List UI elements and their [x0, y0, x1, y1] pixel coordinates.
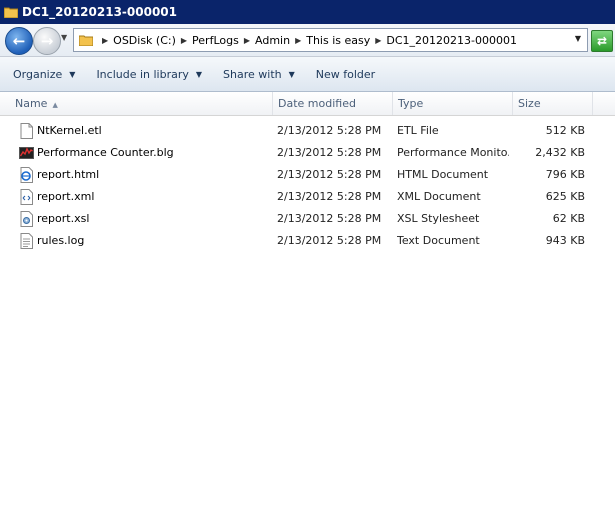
file-name: rules.log	[37, 234, 85, 247]
file-date: 2/13/2012 5:28 PM	[277, 234, 382, 247]
file-size: 625 KB	[545, 190, 585, 203]
sort-ascending-icon: ▲	[52, 101, 58, 109]
file-type: Text Document	[397, 234, 480, 247]
file-row-report-html[interactable]: report.html 2/13/2012 5:28 PM HTML Docum…	[0, 164, 595, 186]
column-size-label: Size	[518, 97, 541, 110]
folder-icon	[4, 7, 18, 18]
breadcrumb-osdisk[interactable]: OSDisk (C:)	[113, 34, 176, 47]
column-date-modified[interactable]: Date modified	[273, 92, 393, 115]
chevron-down-icon: ▼	[69, 69, 76, 79]
file-type: HTML Document	[397, 168, 489, 181]
forward-arrow-icon: →	[40, 32, 54, 50]
include-in-library-button[interactable]: Include in library ▼	[96, 68, 202, 81]
file-size: 943 KB	[545, 234, 585, 247]
file-date: 2/13/2012 5:28 PM	[277, 212, 382, 225]
file-row-rules-log[interactable]: rules.log 2/13/2012 5:28 PM Text Documen…	[0, 230, 595, 252]
file-size: 512 KB	[545, 124, 585, 137]
breadcrumb-separator-icon[interactable]: ▶	[102, 36, 108, 45]
forward-button[interactable]: →	[33, 27, 61, 55]
file-size: 796 KB	[545, 168, 585, 181]
column-size[interactable]: Size	[513, 92, 593, 115]
column-name[interactable]: Name ▲	[10, 92, 273, 115]
history-dropdown-icon[interactable]: ▼	[61, 33, 67, 42]
file-type: ETL File	[397, 124, 439, 137]
file-row-report-xml[interactable]: report.xml 2/13/2012 5:28 PM XML Documen…	[0, 186, 595, 208]
file-row-ntkernel[interactable]: NtKernel.etl 2/13/2012 5:28 PM ETL File …	[0, 120, 595, 142]
file-name: Performance Counter.blg	[37, 146, 174, 159]
refresh-button[interactable]: ⇄	[591, 30, 613, 52]
breadcrumb-separator-icon[interactable]: ▶	[181, 36, 187, 45]
breadcrumb-admin[interactable]: Admin	[255, 34, 290, 47]
text-file-icon	[20, 233, 33, 249]
breadcrumb-separator-icon[interactable]: ▶	[295, 36, 301, 45]
address-row: ← → ▼ ▶ OSDisk (C:) ▶ PerfLogs ▶ Admin ▶…	[0, 24, 615, 57]
file-type: XSL Stylesheet	[397, 212, 480, 225]
back-arrow-icon: ←	[12, 32, 26, 50]
new-folder-button[interactable]: New folder	[316, 68, 375, 81]
folder-icon	[79, 35, 93, 46]
new-folder-label: New folder	[315, 67, 376, 81]
breadcrumb-separator-icon[interactable]: ▶	[375, 36, 381, 45]
file-type: XML Document	[397, 190, 481, 203]
file-date: 2/13/2012 5:28 PM	[277, 190, 382, 203]
share-with-button[interactable]: Share with ▼	[223, 68, 295, 81]
organize-button[interactable]: Organize ▼	[13, 68, 75, 81]
file-name: NtKernel.etl	[37, 124, 102, 137]
chevron-down-icon: ▼	[288, 69, 295, 79]
file-name: report.xsl	[37, 212, 90, 225]
file-row-performance-counter[interactable]: Performance Counter.blg 2/13/2012 5:28 P…	[0, 142, 595, 164]
xml-file-icon	[20, 189, 33, 205]
file-size: 2,432 KB	[535, 146, 585, 159]
window-title: DC1_20120213-000001	[22, 5, 177, 19]
chevron-down-icon: ▼	[195, 69, 203, 79]
blank-file-icon	[20, 123, 33, 139]
column-type-label: Type	[398, 97, 424, 110]
back-button[interactable]: ←	[5, 27, 33, 55]
title-bar[interactable]: DC1_20120213-000001	[0, 0, 615, 24]
address-dropdown-icon[interactable]: ▼	[575, 34, 581, 43]
column-date-label: Date modified	[278, 97, 356, 110]
file-type: Performance Monito...	[397, 146, 509, 159]
column-type[interactable]: Type	[393, 92, 513, 115]
column-header: Name ▲ Date modified Type Size	[0, 92, 615, 116]
refresh-icon: ⇄	[596, 34, 608, 48]
column-name-label: Name	[15, 97, 48, 110]
breadcrumb-perflogs[interactable]: PerfLogs	[192, 34, 239, 47]
file-date: 2/13/2012 5:28 PM	[277, 168, 382, 181]
breadcrumb-separator-icon[interactable]: ▶	[244, 36, 250, 45]
html-file-icon	[20, 167, 33, 183]
include-in-library-label: Include in library	[96, 67, 189, 81]
file-date: 2/13/2012 5:28 PM	[277, 146, 382, 159]
breadcrumb-this-is-easy[interactable]: This is easy	[306, 34, 370, 47]
perfmon-file-icon	[19, 147, 34, 159]
command-bar: Organize ▼ Include in library ▼ Share wi…	[0, 57, 615, 92]
xsl-file-icon	[20, 211, 33, 227]
organize-label: Organize	[13, 67, 63, 81]
address-bar[interactable]: ▶ OSDisk (C:) ▶ PerfLogs ▶ Admin ▶ This …	[73, 28, 588, 52]
breadcrumb-current-folder[interactable]: DC1_20120213-000001	[386, 34, 517, 47]
file-size: 62 KB	[552, 212, 585, 225]
file-name: report.html	[37, 168, 100, 181]
file-row-report-xsl[interactable]: report.xsl 2/13/2012 5:28 PM XSL Stylesh…	[0, 208, 595, 230]
file-date: 2/13/2012 5:28 PM	[277, 124, 382, 137]
share-with-label: Share with	[223, 67, 282, 81]
file-name: report.xml	[37, 190, 95, 203]
